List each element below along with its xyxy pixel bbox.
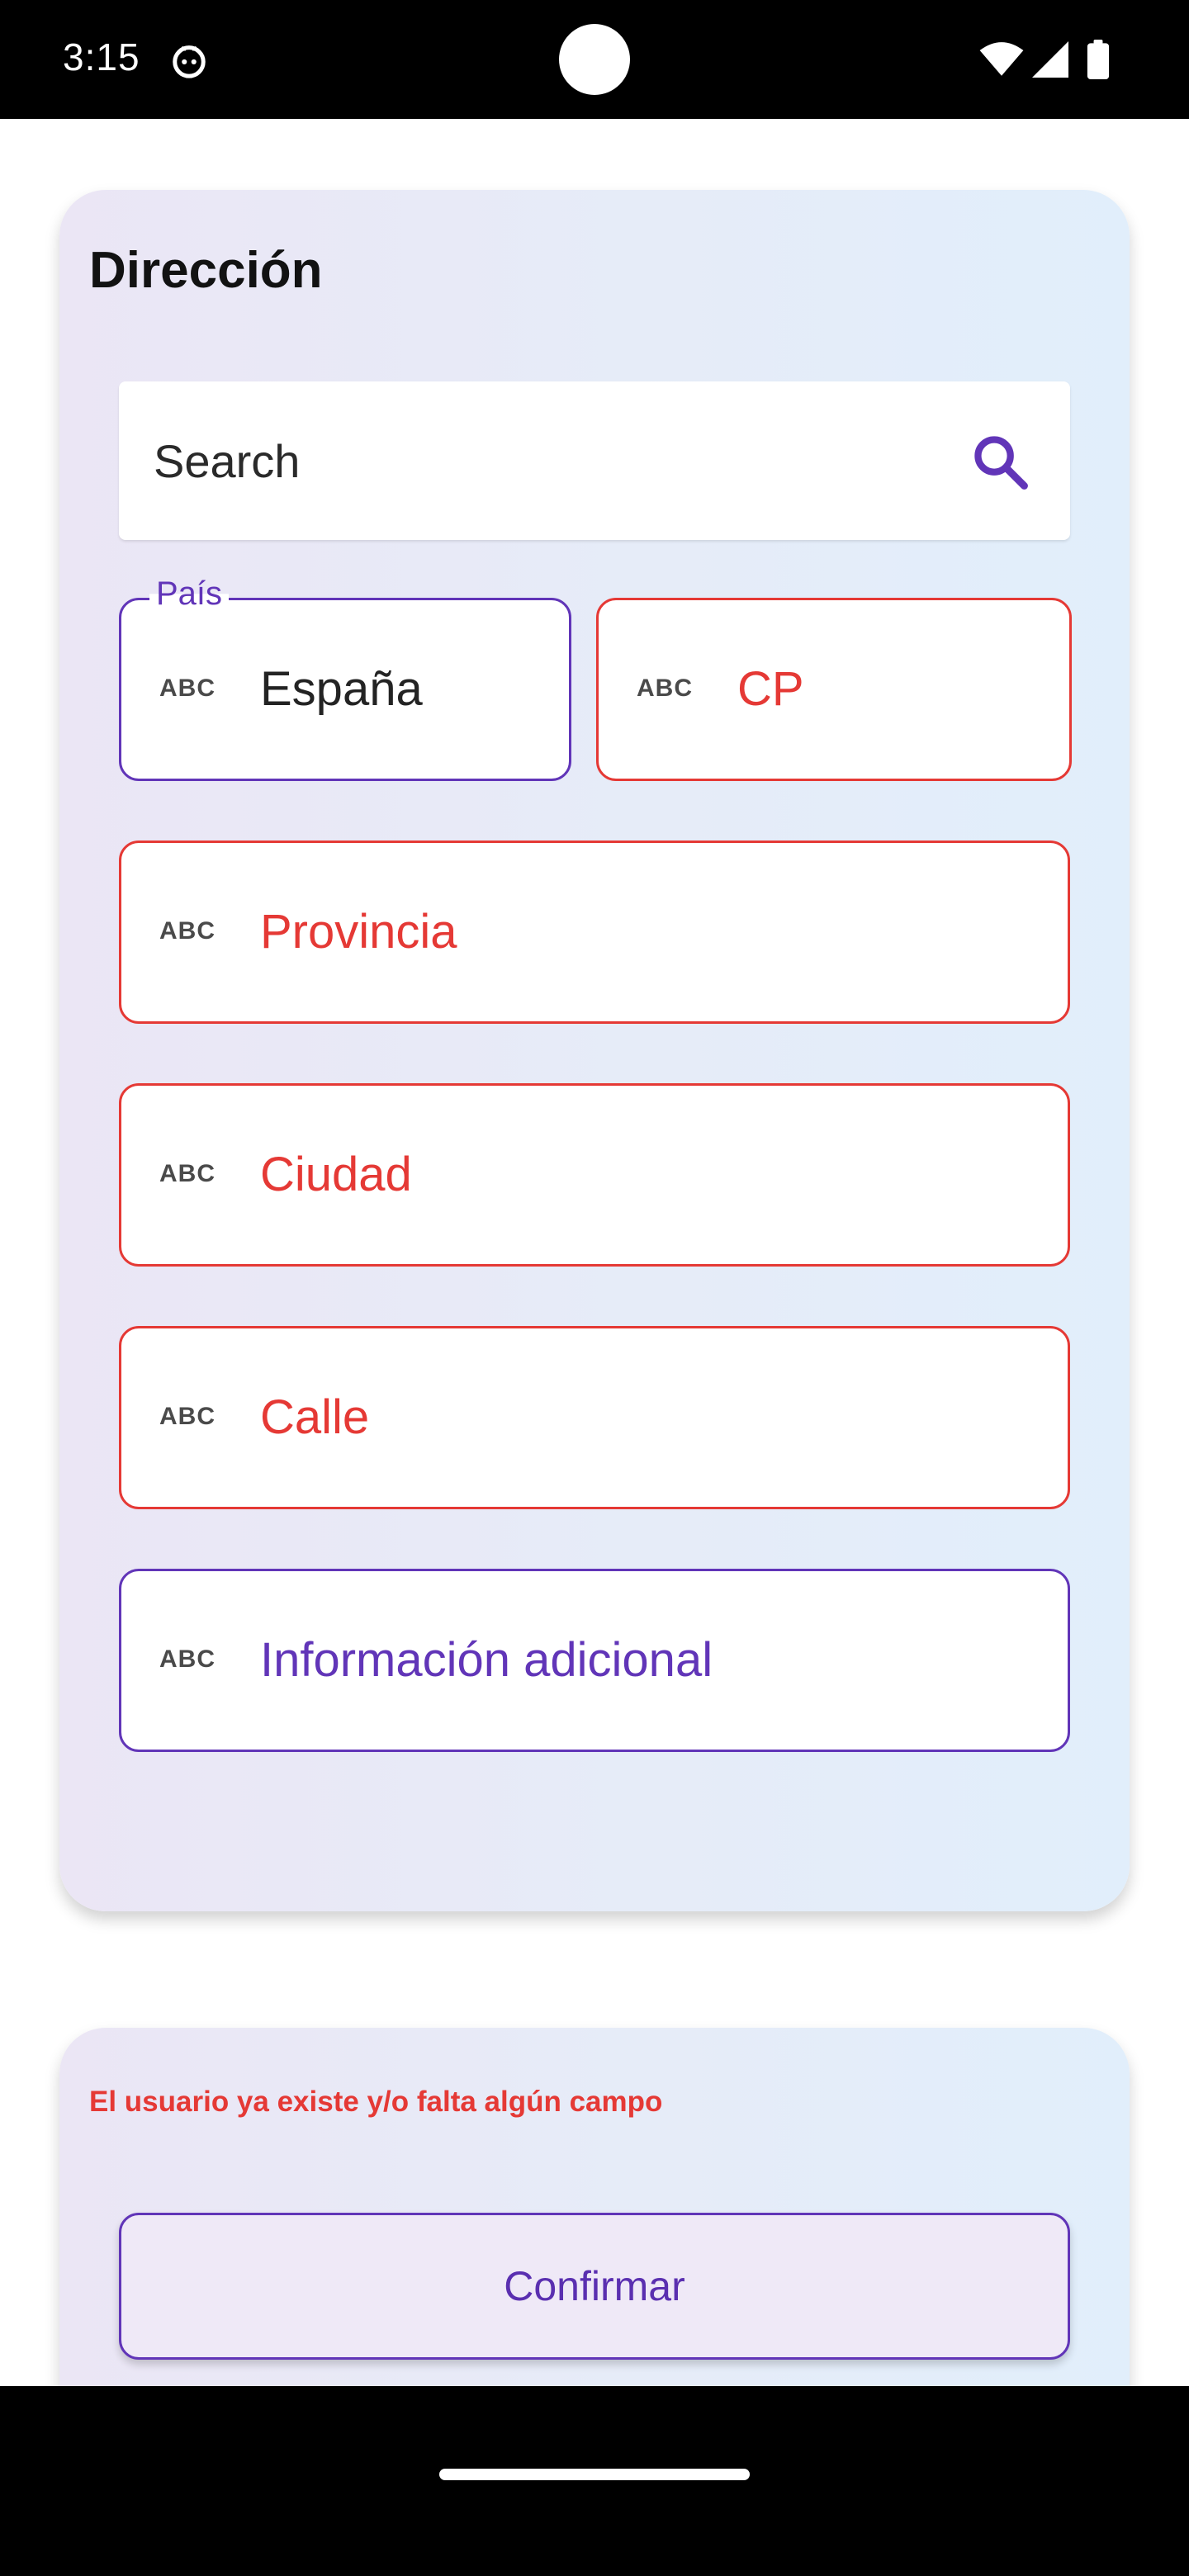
street-field[interactable]: ABC Calle: [119, 1326, 1070, 1509]
search-input[interactable]: Search: [154, 434, 300, 488]
error-message: El usuario ya existe y/o falta algún cam…: [89, 2086, 663, 2118]
camera-cutout: [559, 24, 630, 95]
abc-icon: ABC: [159, 1403, 216, 1430]
app-notification-icon: [173, 45, 206, 78]
abc-icon: ABC: [159, 917, 216, 945]
additional-info-field[interactable]: ABC Información adicional: [119, 1569, 1070, 1752]
battery-icon: [1087, 40, 1110, 79]
postal-code-field[interactable]: ABC CP: [596, 598, 1072, 781]
abc-icon: ABC: [159, 675, 216, 702]
additional-info-placeholder[interactable]: Información adicional: [260, 1632, 713, 1688]
abc-icon: ABC: [637, 675, 693, 702]
street-placeholder[interactable]: Calle: [260, 1390, 369, 1445]
address-title: Dirección: [89, 242, 323, 299]
confirm-button[interactable]: Confirmar: [119, 2213, 1070, 2360]
postal-code-placeholder[interactable]: CP: [737, 661, 804, 717]
status-time: 3:15: [63, 36, 140, 78]
status-bar: 3:15: [0, 0, 1189, 119]
abc-icon: ABC: [159, 1646, 216, 1673]
country-value[interactable]: España: [260, 661, 423, 717]
country-field-label: País: [149, 575, 230, 613]
address-search-bar[interactable]: Search: [119, 381, 1070, 540]
navigation-bar: [0, 2386, 1189, 2576]
search-icon[interactable]: [969, 431, 1032, 494]
province-field[interactable]: ABC Provincia: [119, 841, 1070, 1024]
province-placeholder[interactable]: Provincia: [260, 904, 457, 959]
country-field[interactable]: País ABC España: [119, 575, 571, 781]
address-card: Dirección Search País ABC España ABC CP …: [59, 190, 1130, 1911]
wifi-icon: [979, 42, 1024, 76]
abc-icon: ABC: [159, 1160, 216, 1187]
home-indicator[interactable]: [439, 2469, 750, 2480]
city-placeholder[interactable]: Ciudad: [260, 1147, 412, 1202]
city-field[interactable]: ABC Ciudad: [119, 1083, 1070, 1267]
signal-icon: [1032, 41, 1068, 78]
